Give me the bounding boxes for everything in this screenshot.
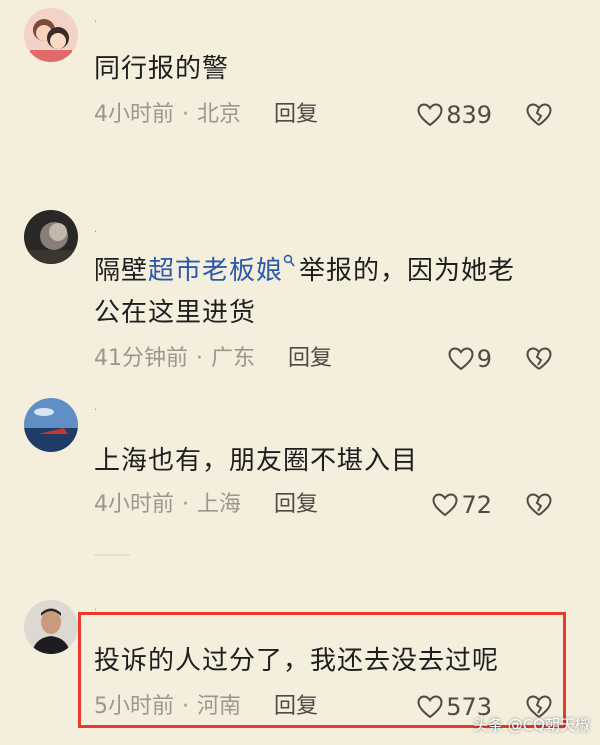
like-button[interactable]: 72	[432, 488, 492, 522]
comment-text-part: 公在这里进货	[94, 298, 257, 328]
avatar[interactable]	[24, 210, 78, 264]
comment-meta: 4小时前 · 上海 回复 72	[94, 488, 580, 522]
comment-text: 隔壁超市老板娘 举报的，因为她老 公在这里进货	[94, 250, 560, 334]
comment-text: 同行报的警	[94, 54, 230, 84]
reply-button[interactable]: 回复	[288, 342, 332, 376]
comment-text-part: 隔壁	[94, 256, 149, 286]
cartoon-couple-avatar-icon	[24, 8, 78, 62]
like-count: 72	[461, 491, 492, 519]
like-button[interactable]: 9	[448, 342, 492, 376]
like-button[interactable]: 839	[417, 98, 492, 132]
heart-icon	[417, 103, 443, 127]
reply-button[interactable]: 回复	[274, 98, 318, 132]
comment-item: . 上海也有，朋友圈不堪入目 4小时前 · 上海 回复 72	[0, 390, 600, 540]
reply-button[interactable]: 回复	[274, 488, 318, 522]
avatar[interactable]	[24, 398, 78, 452]
comment-location: 北京	[197, 102, 242, 127]
comment-text: 上海也有，朋友圈不堪入目	[94, 446, 419, 476]
broken-heart-icon[interactable]	[526, 346, 552, 372]
sky-ocean-avatar-icon	[24, 398, 78, 452]
broken-heart-icon[interactable]	[526, 492, 552, 518]
comment-time: 4小时前	[94, 492, 174, 517]
heart-icon	[448, 347, 474, 371]
comment-meta: 4小时前 · 北京 回复 839	[94, 98, 580, 132]
comment-time: 41分钟前	[94, 346, 188, 371]
search-icon	[283, 254, 295, 267]
comment-meta: 41分钟前 · 广东 回复 9	[94, 342, 580, 376]
username-placeholder: .	[94, 14, 98, 25]
meta-separator: ·	[182, 102, 189, 127]
comment-item: . 同行报的警 4小时前 · 北京 回复 839	[0, 0, 600, 150]
comment-item: . 隔壁超市老板娘 举报的，因为她老 公在这里进货 41分钟前 · 广东 回复 9	[0, 200, 600, 380]
dark-photo-avatar-icon	[24, 210, 78, 264]
avatar[interactable]	[24, 8, 78, 62]
man-photo-avatar-icon	[24, 600, 78, 654]
meta-separator: ·	[182, 492, 189, 517]
username-placeholder: .	[94, 224, 98, 235]
like-count: 839	[446, 101, 492, 129]
broken-heart-icon[interactable]	[526, 102, 552, 128]
comment-location: 广东	[211, 346, 256, 371]
comment-time: 4小时前	[94, 102, 174, 127]
like-count: 9	[476, 345, 492, 373]
meta-separator: ·	[196, 346, 203, 371]
avatar[interactable]	[24, 600, 78, 654]
search-keyword-link[interactable]: 超市老板娘	[148, 256, 283, 286]
heart-icon	[432, 493, 458, 517]
watermark: 头条 @CQ朝天椒	[472, 716, 590, 734]
comment-location: 上海	[197, 492, 242, 517]
username-placeholder: .	[94, 402, 98, 413]
divider	[94, 554, 130, 556]
highlight-box	[78, 612, 566, 728]
comment-text-part: 举报的，因为她老	[299, 256, 516, 286]
